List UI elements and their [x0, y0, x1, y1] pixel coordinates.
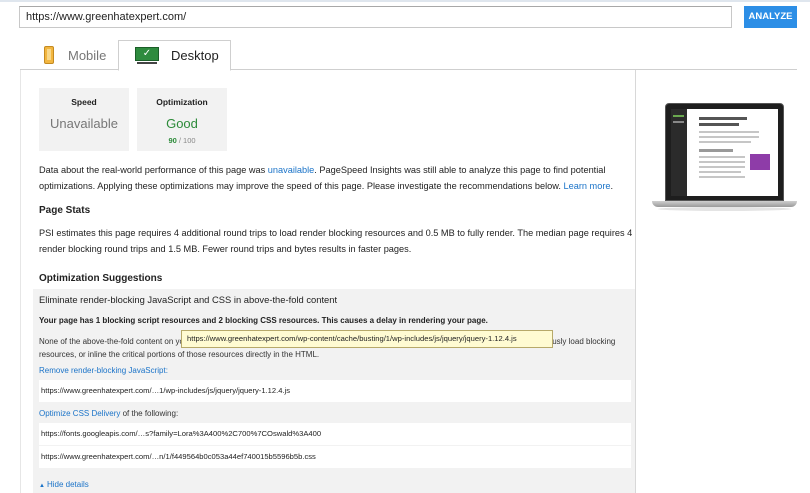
- learn-more-link[interactable]: Learn more: [564, 181, 611, 191]
- optimization-score-max: / 100: [178, 136, 196, 145]
- results-panel: Speed Unavailable Optimization Good 90 /…: [20, 70, 636, 493]
- speed-score-card: Speed Unavailable: [39, 88, 129, 151]
- tab-mobile[interactable]: Mobile: [30, 40, 130, 70]
- optimization-title: Optimization: [156, 97, 208, 107]
- intro-paragraph: Data about the real-world performance of…: [39, 165, 614, 191]
- page-stats-heading: Page Stats: [39, 205, 91, 216]
- monitor-icon: ✓: [135, 47, 159, 64]
- analyze-button[interactable]: ANALYZE: [744, 6, 797, 28]
- phone-icon: [44, 46, 54, 64]
- suggestion-summary: Your page has 1 blocking script resource…: [39, 316, 488, 325]
- optimization-score-number: 90: [168, 136, 177, 145]
- css-resource-row[interactable]: https://fonts.googleapis.com/…s?family=L…: [39, 423, 631, 445]
- triangle-up-icon: ▲: [39, 483, 45, 489]
- optimization-value: Good: [166, 116, 198, 131]
- top-bar: ANALYZE: [0, 0, 810, 30]
- page-stats-text: PSI estimates this page requires 4 addit…: [39, 228, 633, 254]
- tab-desktop-label: Desktop: [171, 48, 219, 63]
- url-tooltip: https://www.greenhatexpert.com/wp-conten…: [181, 330, 553, 348]
- suggestion-title[interactable]: Eliminate render-blocking JavaScript and…: [39, 294, 337, 305]
- url-input[interactable]: [19, 6, 732, 28]
- unavailable-link[interactable]: unavailable: [268, 165, 315, 175]
- tab-desktop[interactable]: ✓ Desktop: [118, 40, 231, 71]
- desktop-preview-image: [652, 103, 797, 213]
- speed-title: Speed: [71, 97, 97, 107]
- js-resource-row[interactable]: https://www.greenhatexpert.com/…1/wp-inc…: [39, 380, 631, 402]
- hide-details-link[interactable]: ▲ Hide details: [39, 480, 89, 489]
- optimization-suggestions-heading: Optimization Suggestions: [39, 273, 163, 284]
- optimization-score: 90 / 100: [137, 136, 227, 145]
- optimization-score-card: Optimization Good 90 / 100: [137, 88, 227, 151]
- remove-js-line: Remove render-blocking JavaScript:: [39, 366, 168, 375]
- suggestion-details: Eliminate render-blocking JavaScript and…: [33, 289, 635, 493]
- optimize-css-line: Optimize CSS Delivery of the following:: [39, 409, 179, 418]
- tab-mobile-label: Mobile: [68, 47, 107, 63]
- device-tabs: Mobile ✓ Desktop: [20, 40, 797, 71]
- speed-value: Unavailable: [50, 116, 118, 131]
- css-resource-row[interactable]: https://www.greenhatexpert.com/…n/1/f449…: [39, 446, 631, 468]
- remove-js-link[interactable]: Remove render-blocking JavaScript: [39, 366, 166, 375]
- optimize-css-link[interactable]: Optimize CSS Delivery: [39, 409, 120, 418]
